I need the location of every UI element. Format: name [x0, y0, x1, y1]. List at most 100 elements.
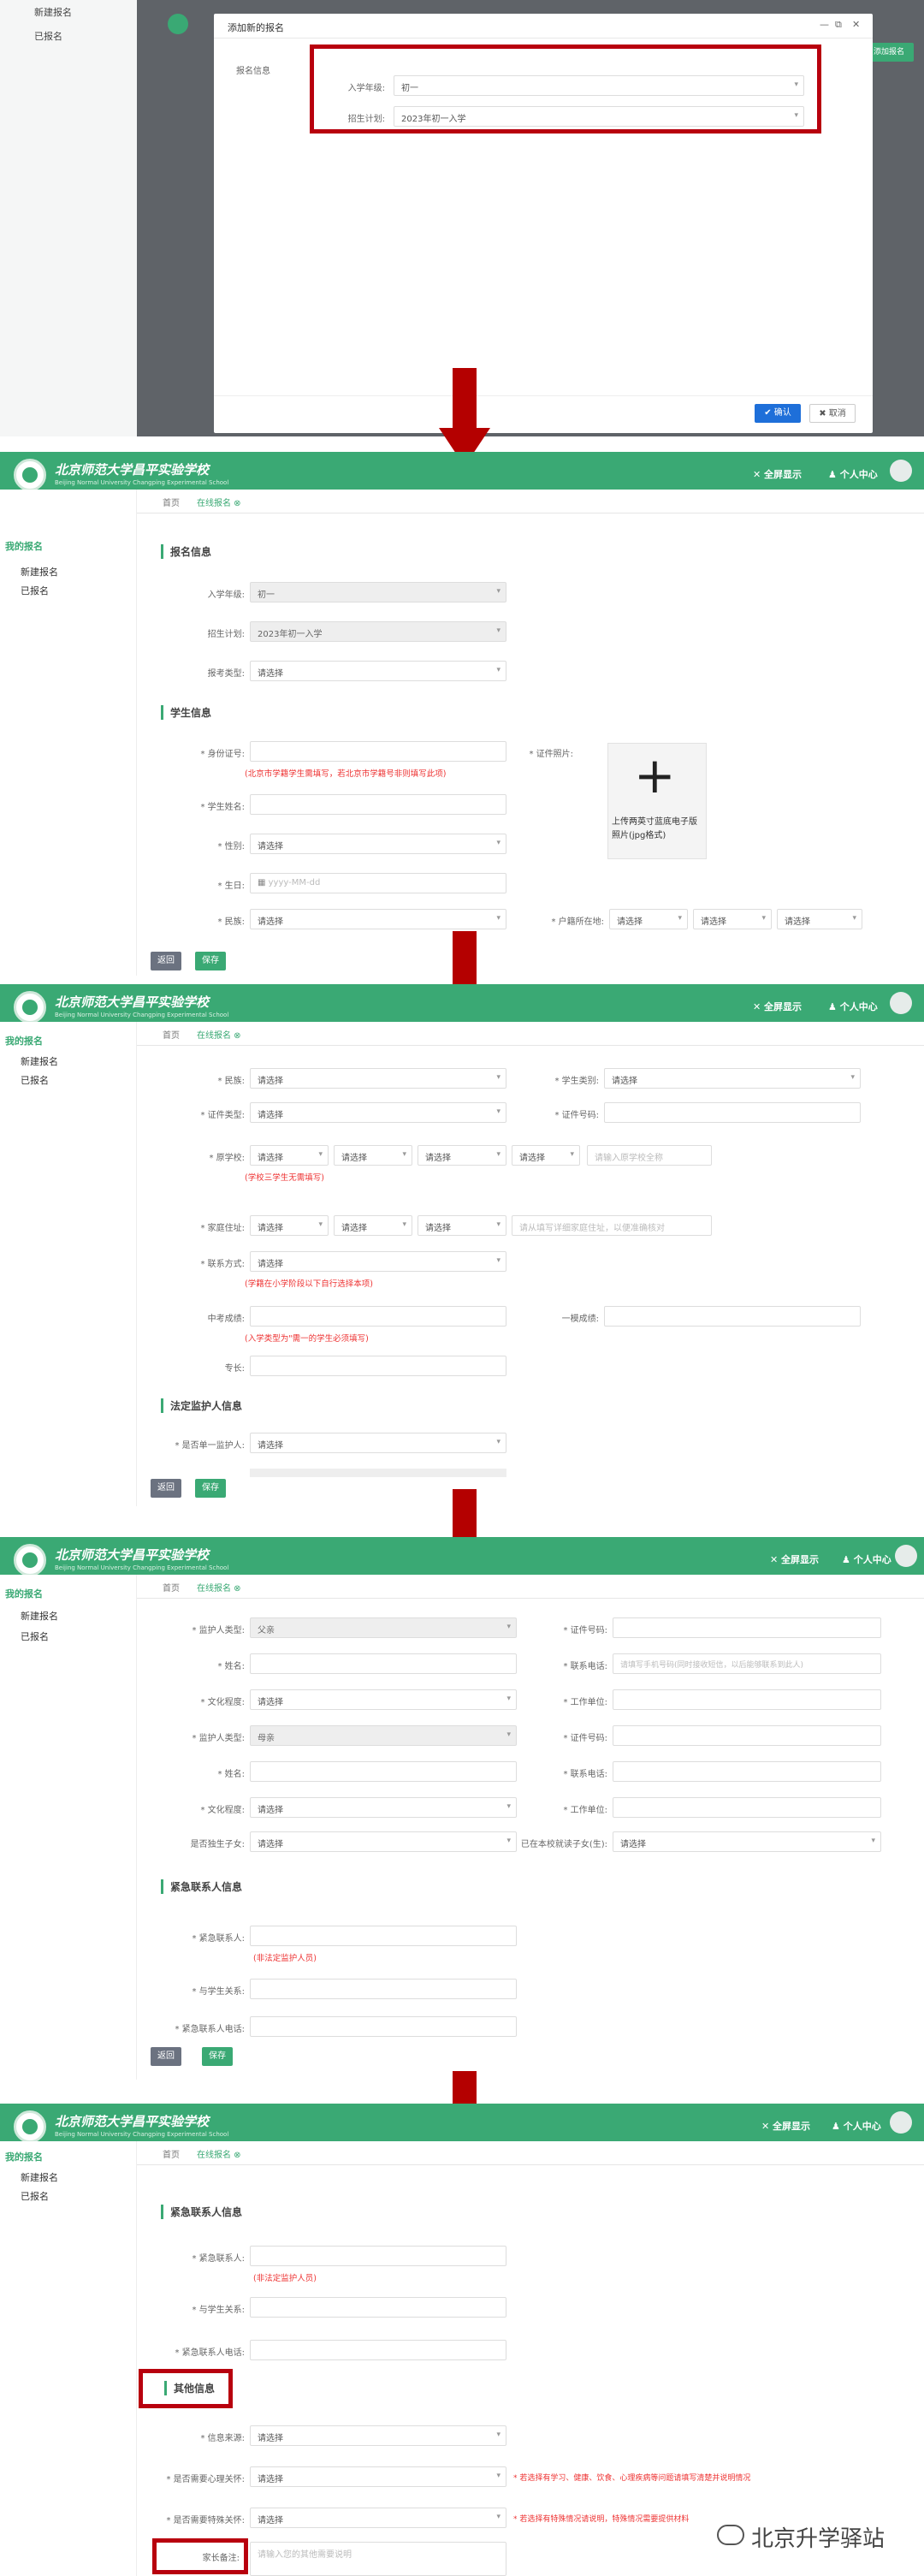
birth-input[interactable]: ▦ yyyy-MM-dd — [250, 873, 506, 893]
apply-type-select[interactable]: 请选择 — [250, 661, 506, 681]
entry-grade-select[interactable]: 初一 — [394, 75, 804, 96]
gender-select[interactable]: 请选择 — [250, 834, 506, 854]
only-child-select[interactable]: 请选择 — [250, 1831, 517, 1852]
sidebar-item-new[interactable]: 新建报名 — [21, 1054, 58, 1068]
sidebar-item-new[interactable]: 新建报名 — [21, 565, 58, 579]
contact-select[interactable]: 请选择 — [250, 1251, 506, 1272]
emergency-relation-input[interactable] — [250, 1979, 517, 1999]
info-source-select[interactable]: 请选择 — [250, 2425, 506, 2446]
school-name-input[interactable]: 请输入原学校全称 — [587, 1145, 712, 1166]
entry-grade-select[interactable]: 初一 — [250, 582, 506, 602]
name-input[interactable] — [250, 794, 506, 815]
user-avatar-icon[interactable] — [890, 992, 912, 1014]
save-button[interactable]: 保存 — [195, 952, 226, 970]
profile-link[interactable]: ♟ 个人中心 — [832, 2119, 881, 2133]
sidebar-title[interactable]: 我的报名 — [5, 1587, 43, 1600]
guardian1-edu-select[interactable]: 请选择 — [250, 1689, 517, 1710]
profile-link[interactable]: ♟ 个人中心 — [842, 1552, 891, 1566]
fullscreen-link[interactable]: ✕ 全屏显示 — [770, 1552, 819, 1566]
hukou-province[interactable]: 请选择 — [609, 909, 688, 929]
back-button[interactable]: 返回 — [151, 2047, 181, 2066]
special-care-select[interactable]: 请选择 — [250, 2508, 506, 2528]
hukou-city[interactable]: 请选择 — [693, 909, 772, 929]
sidebar-item-new[interactable]: 新建报名 — [21, 2170, 58, 2184]
address-district[interactable]: 请选择 — [418, 1215, 506, 1236]
close-icon[interactable]: ✕ — [852, 19, 860, 30]
school-province[interactable]: 请选择 — [250, 1145, 329, 1166]
sidebar-item-registered[interactable]: 已报名 — [34, 29, 62, 43]
school-city[interactable]: 请选择 — [334, 1145, 412, 1166]
psych-care-select[interactable]: 请选择 — [250, 2466, 506, 2487]
tab-online-signup[interactable]: 在线报名 ⊗ — [197, 1581, 241, 1594]
guardian1-name-input[interactable] — [250, 1653, 517, 1674]
nation-select[interactable]: 请选择 — [250, 1068, 506, 1089]
confirm-button[interactable]: ✔ 确认 — [755, 404, 801, 423]
student-type-select[interactable]: 请选择 — [604, 1068, 861, 1089]
tab-home[interactable]: 首页 — [163, 1581, 180, 1594]
tab-home[interactable]: 首页 — [163, 1028, 180, 1041]
fullscreen-link[interactable]: ✕ 全屏显示 — [753, 467, 802, 481]
school-district[interactable]: 请选择 — [418, 1145, 506, 1166]
sibling-select[interactable]: 请选择 — [613, 1831, 881, 1852]
guardian2-phone-input[interactable] — [613, 1761, 881, 1782]
address-province[interactable]: 请选择 — [250, 1215, 329, 1236]
emergency-name-input[interactable] — [250, 1926, 517, 1946]
maximize-icon[interactable]: ⧉ — [835, 19, 842, 31]
guardian1-type-select[interactable]: 父亲 — [250, 1617, 517, 1638]
cert-type-select[interactable]: 请选择 — [250, 1102, 506, 1123]
tab-online-signup[interactable]: 在线报名 ⊗ — [197, 1028, 241, 1041]
photo-upload[interactable]: + 上传两英寸蓝底电子版照片(jpg格式) — [607, 743, 707, 859]
exam-score-input[interactable] — [250, 1306, 506, 1327]
sidebar-item-new[interactable]: 新建报名 — [21, 1609, 58, 1623]
address-city[interactable]: 请选择 — [334, 1215, 412, 1236]
profile-link[interactable]: ♟ 个人中心 — [828, 467, 878, 481]
cert-no-input[interactable] — [604, 1102, 861, 1123]
guardian1-phone-input[interactable]: 请填写手机号码(同时接收短信，以后能够联系到此人) — [613, 1653, 881, 1674]
plan-select[interactable]: 2023年初一入学 — [394, 106, 804, 127]
single-guardian-select[interactable]: 请选择 — [250, 1433, 506, 1453]
sidebar-item-registered[interactable]: 已报名 — [21, 2189, 49, 2203]
tab-home[interactable]: 首页 — [163, 2147, 180, 2160]
guardian2-work-input[interactable] — [613, 1797, 881, 1818]
tab-online-signup[interactable]: 在线报名 ⊗ — [197, 2147, 241, 2160]
sidebar-title[interactable]: 我的报名 — [5, 539, 43, 553]
emergency-phone-input[interactable] — [250, 2340, 506, 2360]
hukou-district[interactable]: 请选择 — [777, 909, 862, 929]
plan-select[interactable]: 2023年初一入学 — [250, 621, 506, 642]
sidebar-item-registered[interactable]: 已报名 — [21, 584, 49, 597]
address-detail-input[interactable]: 请从填写详细家庭住址，以便准确核对 — [512, 1215, 712, 1236]
guardian2-type-select[interactable]: 母亲 — [250, 1725, 517, 1746]
idcard-input[interactable] — [250, 741, 506, 762]
fullscreen-link[interactable]: ✕ 全屏显示 — [761, 2119, 810, 2133]
specialty-input[interactable] — [250, 1356, 506, 1376]
mock-score-input[interactable] — [604, 1306, 861, 1327]
sidebar-item-registered[interactable]: 已报名 — [21, 1073, 49, 1087]
guardian2-name-input[interactable] — [250, 1761, 517, 1782]
emergency-phone-input[interactable] — [250, 2016, 517, 2037]
guardian2-id-input[interactable] — [613, 1725, 881, 1746]
minimize-icon[interactable]: — — [820, 19, 829, 30]
save-button[interactable]: 保存 — [202, 2047, 233, 2066]
user-avatar-icon[interactable] — [890, 460, 912, 482]
save-button[interactable]: 保存 — [195, 1479, 226, 1498]
tab-online-signup[interactable]: 在线报名 ⊗ — [197, 496, 241, 508]
cancel-button[interactable]: ✖ 取消 — [809, 404, 856, 423]
emergency-name-input[interactable] — [250, 2246, 506, 2266]
emergency-relation-input[interactable] — [250, 2297, 506, 2318]
sidebar-item-new[interactable]: 新建报名 — [34, 5, 72, 19]
back-button[interactable]: 返回 — [151, 952, 181, 970]
sidebar-title[interactable]: 我的报名 — [5, 1034, 43, 1048]
user-avatar-icon[interactable] — [890, 2111, 912, 2134]
school-name-select[interactable]: 请选择 — [512, 1145, 580, 1166]
back-button[interactable]: 返回 — [151, 1479, 181, 1498]
guardian1-id-input[interactable] — [613, 1617, 881, 1638]
nation-select[interactable]: 请选择 — [250, 909, 506, 929]
profile-link[interactable]: ♟ 个人中心 — [828, 1000, 878, 1013]
fullscreen-link[interactable]: ✕ 全屏显示 — [753, 1000, 802, 1013]
sidebar-title[interactable]: 我的报名 — [5, 2150, 43, 2163]
guardian1-work-input[interactable] — [613, 1689, 881, 1710]
remark-input[interactable]: 请输入您的其他需要说明 — [250, 2542, 506, 2576]
sidebar-item-registered[interactable]: 已报名 — [21, 1629, 49, 1643]
tab-home[interactable]: 首页 — [163, 496, 180, 508]
guardian2-edu-select[interactable]: 请选择 — [250, 1797, 517, 1818]
